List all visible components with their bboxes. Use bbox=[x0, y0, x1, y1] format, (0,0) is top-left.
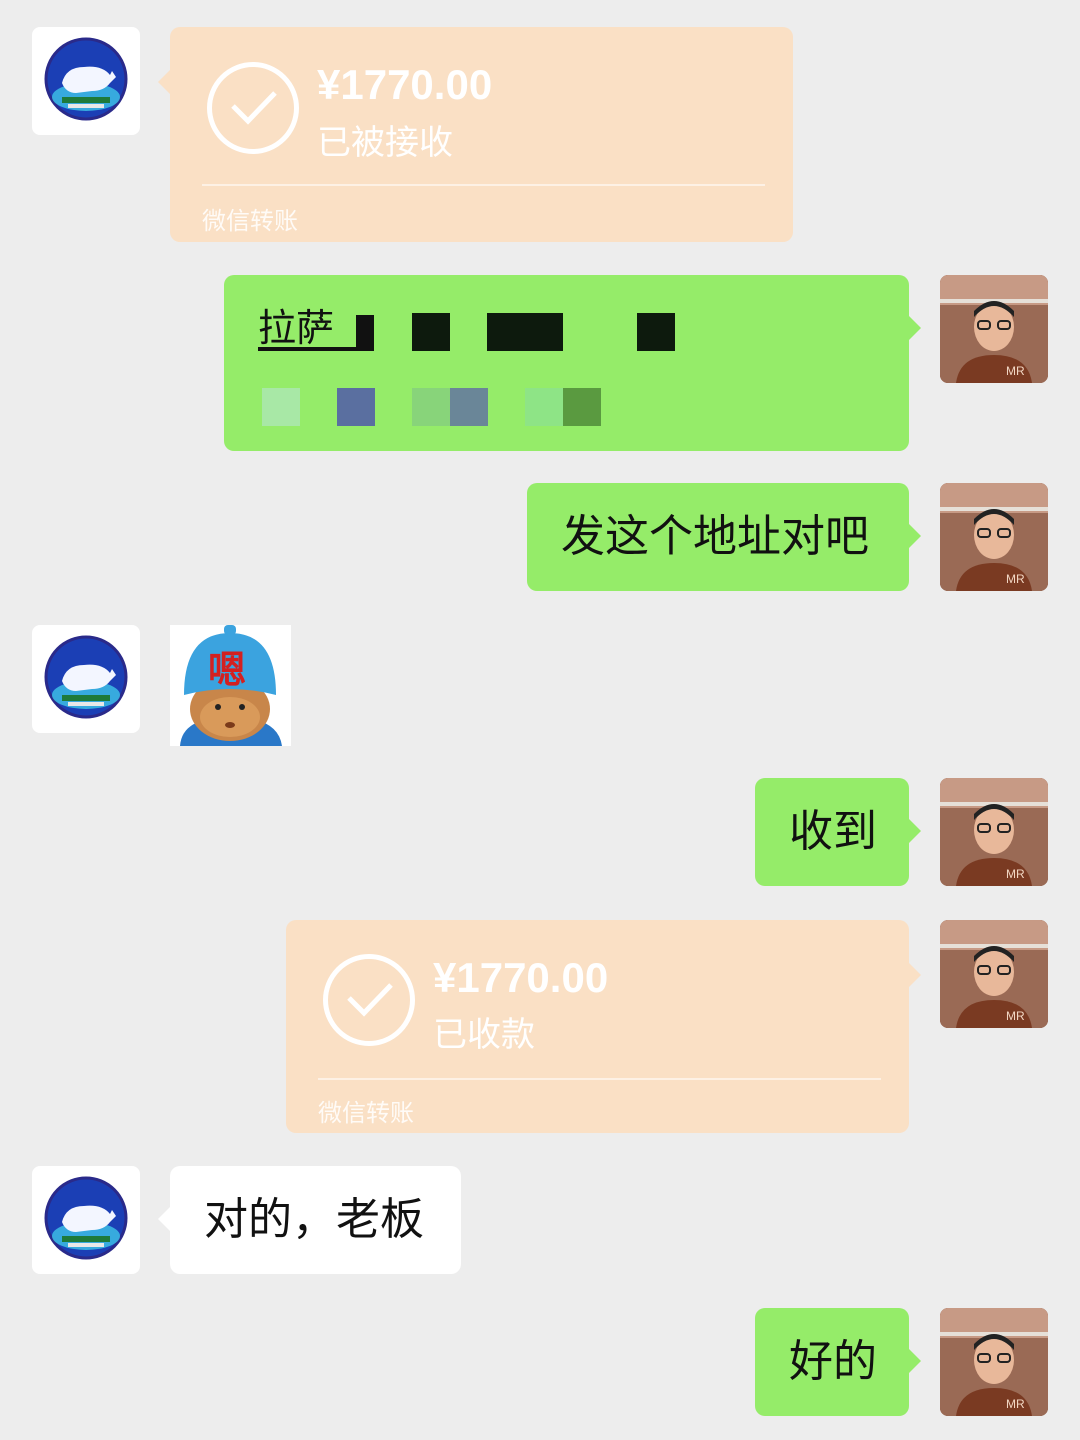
redaction-block bbox=[337, 388, 375, 426]
redaction-block bbox=[412, 313, 450, 351]
transfer-footer: 微信转账 bbox=[202, 207, 298, 235]
message-bubble[interactable]: 收到 bbox=[755, 778, 921, 886]
sticker-image[interactable]: 嗯 bbox=[170, 625, 291, 746]
redaction-block bbox=[450, 388, 488, 426]
message-bubble-redacted-address[interactable]: 拉萨 bbox=[224, 275, 921, 451]
message-text: 发这个地址对吧 bbox=[561, 511, 869, 562]
svg-text:MR: MR bbox=[1006, 1397, 1025, 1411]
redaction-block bbox=[637, 313, 675, 351]
bull-logo-icon bbox=[44, 1176, 128, 1260]
svg-text:MR: MR bbox=[1006, 1009, 1025, 1023]
contact-avatar[interactable] bbox=[32, 625, 140, 733]
transfer-amount: ¥1770.00 bbox=[433, 954, 609, 1001]
my-avatar[interactable]: MR bbox=[940, 275, 1048, 383]
my-avatar[interactable]: MR bbox=[940, 483, 1048, 591]
sticker-caption: 嗯 bbox=[208, 648, 247, 692]
svg-text:MR: MR bbox=[1006, 867, 1025, 881]
transfer-status: 已被接收 bbox=[317, 123, 453, 163]
transfer-status: 已收款 bbox=[433, 1015, 535, 1055]
profile-photo-icon: MR bbox=[940, 920, 1048, 1028]
message-text: 对的，老板 bbox=[204, 1194, 424, 1245]
transfer-footer: 微信转账 bbox=[318, 1099, 414, 1127]
message-text: 收到 bbox=[789, 806, 877, 857]
message-bubble[interactable]: 好的 bbox=[755, 1308, 921, 1416]
transfer-divider bbox=[318, 1078, 881, 1080]
redaction-block bbox=[487, 313, 563, 351]
check-circle-icon bbox=[323, 954, 415, 1046]
redaction-block bbox=[412, 388, 450, 426]
my-avatar[interactable]: MR bbox=[940, 778, 1048, 886]
svg-text:MR: MR bbox=[1006, 572, 1025, 586]
check-circle-icon bbox=[207, 62, 299, 154]
message-text: 好的 bbox=[789, 1336, 877, 1387]
message-bubble[interactable]: 对的，老板 bbox=[158, 1166, 461, 1274]
transfer-amount: ¥1770.00 bbox=[317, 61, 493, 108]
contact-avatar[interactable] bbox=[32, 1166, 140, 1274]
svg-text:MR: MR bbox=[1006, 364, 1025, 378]
redaction-block bbox=[262, 388, 300, 426]
profile-photo-icon: MR bbox=[940, 275, 1048, 383]
profile-photo-icon: MR bbox=[940, 1308, 1048, 1416]
transfer-card-collected[interactable]: ¥1770.00 已收款 微信转账 bbox=[286, 920, 921, 1133]
contact-avatar[interactable] bbox=[32, 27, 140, 135]
my-avatar[interactable]: MR bbox=[940, 1308, 1048, 1416]
profile-photo-icon: MR bbox=[940, 483, 1048, 591]
bull-logo-icon bbox=[44, 635, 128, 719]
transfer-card-received[interactable]: ¥1770.00 已被接收 微信转账 bbox=[158, 27, 793, 242]
transfer-divider bbox=[202, 184, 765, 186]
profile-photo-icon: MR bbox=[940, 778, 1048, 886]
redaction-block bbox=[563, 388, 601, 426]
redaction-mark bbox=[356, 315, 374, 349]
my-avatar[interactable]: MR bbox=[940, 920, 1048, 1028]
message-bubble[interactable]: 发这个地址对吧 bbox=[527, 483, 921, 591]
redaction-block bbox=[525, 388, 563, 426]
message-text: 拉萨 bbox=[258, 306, 335, 350]
bull-logo-icon bbox=[44, 37, 128, 121]
